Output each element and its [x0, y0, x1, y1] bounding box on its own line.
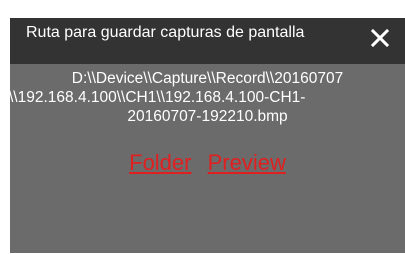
capture-path-line-3: 20160707-192210.bmp [127, 108, 288, 125]
capture-path-dialog: Ruta para guardar capturas de pantalla D… [10, 18, 405, 253]
dialog-links: Folder Preview [10, 150, 405, 176]
capture-path-line-1: D:\\Device\\Capture\\Record\\20160707 [71, 70, 344, 87]
dialog-title: Ruta para guardar capturas de pantalla [26, 24, 305, 41]
capture-path-line-2: \\192.168.4.100\\CH1\\192.168.4.100-CH1- [10, 89, 306, 106]
folder-link[interactable]: Folder [129, 150, 191, 175]
dialog-title-bar: Ruta para guardar capturas de pantalla [10, 18, 405, 64]
close-icon[interactable] [371, 29, 389, 47]
preview-link[interactable]: Preview [208, 150, 286, 175]
